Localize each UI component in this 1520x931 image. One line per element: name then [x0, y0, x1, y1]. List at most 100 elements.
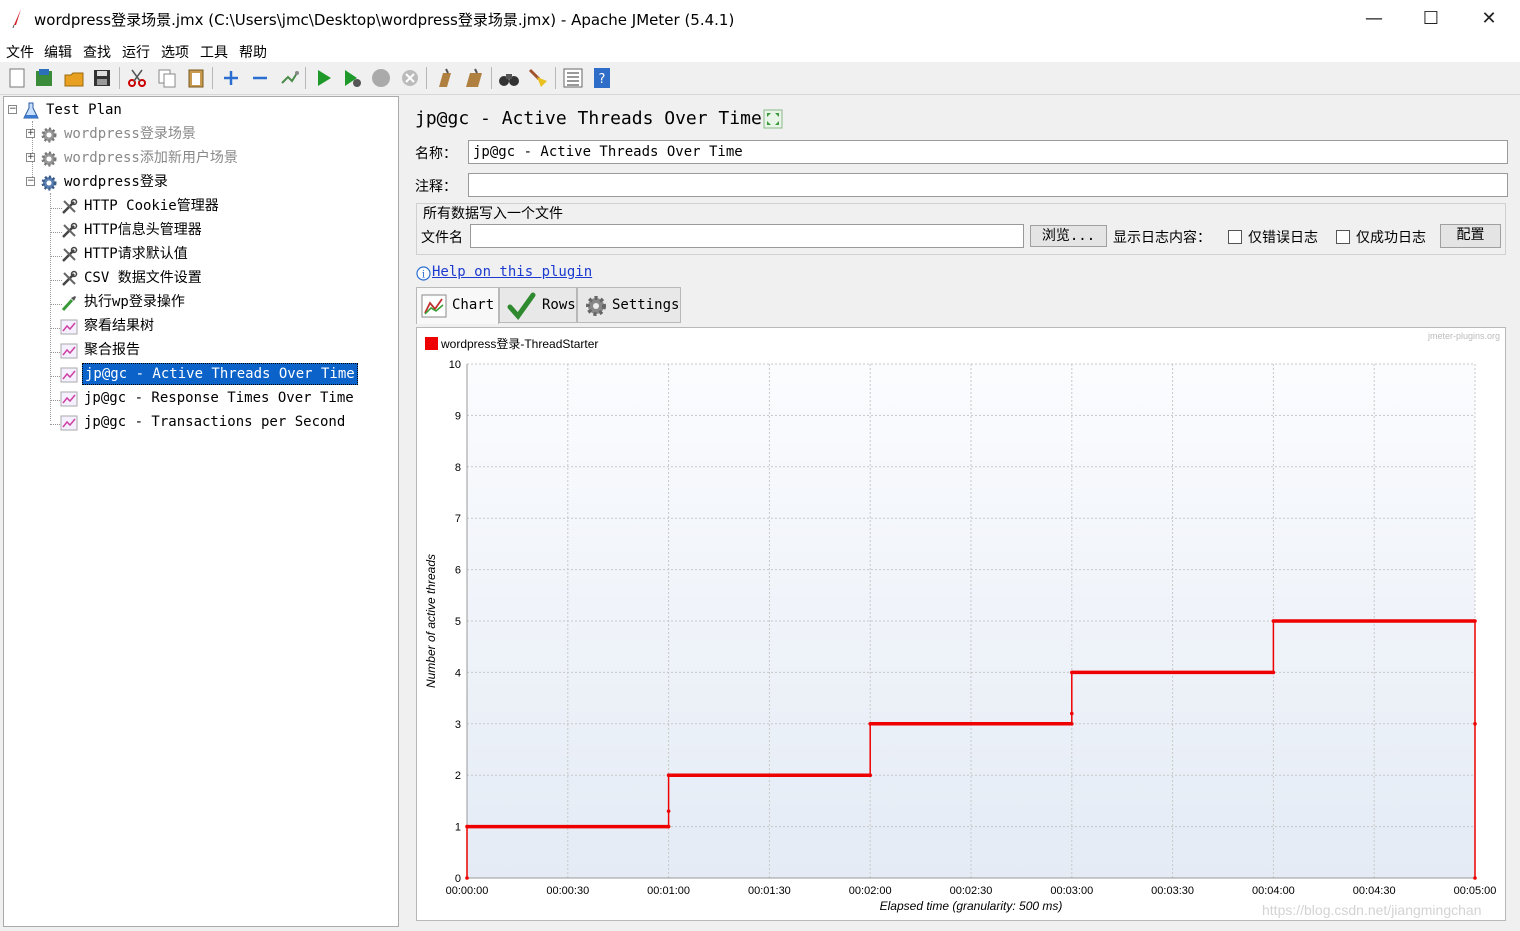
- tree-label: HTTP Cookie管理器: [84, 198, 219, 214]
- configure-button[interactable]: 配置: [1440, 224, 1501, 248]
- templates-icon[interactable]: [33, 67, 55, 89]
- open-icon[interactable]: [63, 67, 85, 89]
- wrench-icon: [62, 270, 78, 286]
- minimize-button[interactable]: —: [1345, 0, 1403, 38]
- tree-expand-group-2[interactable]: +: [26, 153, 35, 162]
- menu-options[interactable]: 选项: [161, 42, 189, 62]
- stop-icon[interactable]: [370, 67, 392, 89]
- series-point: [1070, 670, 1074, 675]
- tree-label: wordpress添加新用户场景: [64, 150, 238, 166]
- paste-icon[interactable]: [185, 67, 207, 89]
- y-tick-label: 1: [455, 822, 461, 834]
- y-tick-label: 10: [449, 359, 461, 371]
- tree-label: HTTP请求默认值: [84, 246, 188, 262]
- toggle-icon[interactable]: [278, 67, 300, 89]
- clear-icon[interactable]: [434, 67, 456, 89]
- legend-swatch: [425, 337, 438, 350]
- x-axis-label: Elapsed time (granularity: 500 ms): [880, 899, 1063, 913]
- chart-watermark: jmeter-plugins.org: [1427, 331, 1500, 341]
- graph-icon: [60, 367, 78, 383]
- errors-only-label: 仅错误日志: [1248, 230, 1318, 246]
- close-button[interactable]: ✕: [1460, 0, 1518, 38]
- clear-all-icon[interactable]: [463, 67, 485, 89]
- pipette-icon: [61, 296, 76, 312]
- listener-panel: jp@gc - Active Threads Over Time 名称： jp@…: [403, 96, 1517, 927]
- errors-only-checkbox[interactable]: [1228, 230, 1242, 244]
- x-tick-label: 00:04:30: [1353, 885, 1396, 897]
- graph-icon: [60, 415, 78, 431]
- wrench-icon: [62, 198, 78, 214]
- tab-settings-label: Settings: [612, 297, 680, 313]
- series-point: [1473, 619, 1477, 623]
- expand-all-icon[interactable]: [220, 67, 242, 89]
- tree-label: jp@gc - Active Threads Over Time: [82, 363, 358, 385]
- cut-icon[interactable]: [126, 67, 148, 89]
- menu-help[interactable]: 帮助: [239, 42, 267, 62]
- reset-search-icon[interactable]: [527, 67, 549, 89]
- checkmark-icon: [507, 292, 536, 321]
- y-tick-label: 9: [455, 410, 461, 422]
- jmeter-feather-icon: [12, 9, 21, 28]
- tree-label: wordpress登录场景: [64, 126, 196, 142]
- tree-collapse-root[interactable]: −: [8, 105, 17, 114]
- save-icon[interactable]: [91, 67, 113, 89]
- menu-search[interactable]: 查找: [83, 42, 111, 62]
- collapse-all-icon[interactable]: [249, 67, 271, 89]
- tab-chart-label: Chart: [452, 297, 495, 313]
- series-point: [1473, 876, 1477, 880]
- comment-label: 注释：: [415, 179, 457, 195]
- menu-run[interactable]: 运行: [122, 42, 150, 62]
- menu-file[interactable]: 文件: [6, 42, 34, 62]
- start-no-pauses-icon[interactable]: [341, 67, 363, 89]
- x-tick-label: 00:00:30: [546, 885, 589, 897]
- graph-icon: [60, 343, 78, 359]
- menu-edit[interactable]: 编辑: [44, 42, 72, 62]
- panel-title: jp@gc - Active Threads Over Time: [415, 108, 762, 129]
- name-input[interactable]: jp@gc - Active Threads Over Time: [468, 140, 1508, 164]
- legend-label: wordpress登录-ThreadStarter: [440, 336, 598, 351]
- flask-icon: [23, 102, 39, 119]
- success-only-checkbox[interactable]: [1336, 230, 1350, 244]
- tab-chart[interactable]: Chart: [416, 287, 499, 324]
- help-plugin-link[interactable]: Help on this plugin: [432, 264, 592, 280]
- tree-collapse-group-3[interactable]: −: [26, 177, 35, 186]
- tree-expand-group-1[interactable]: +: [26, 129, 35, 138]
- y-tick-label: 6: [455, 565, 461, 577]
- filename-input[interactable]: [470, 224, 1024, 248]
- tab-rows[interactable]: Rows: [499, 287, 577, 323]
- tree-label: 察看结果树: [84, 318, 154, 334]
- search-binoculars-icon[interactable]: [498, 67, 520, 89]
- tree-label: wordpress登录: [64, 174, 168, 190]
- maximize-button[interactable]: ☐: [1402, 0, 1460, 38]
- browse-button[interactable]: 浏览...: [1030, 225, 1107, 247]
- series-point: [666, 773, 671, 777]
- x-tick-label: 00:05:00: [1454, 885, 1497, 897]
- maximize-chart-icon[interactable]: [763, 109, 783, 129]
- info-icon: i: [416, 266, 431, 281]
- y-axis-label: Number of active threads: [424, 554, 438, 688]
- shutdown-icon[interactable]: [399, 67, 421, 89]
- series-point: [1271, 619, 1276, 623]
- series-point: [666, 809, 671, 813]
- name-label: 名称：: [415, 146, 457, 162]
- comment-input[interactable]: [468, 173, 1508, 197]
- series-point: [666, 824, 671, 829]
- series-point: [1070, 711, 1074, 716]
- start-icon[interactable]: [313, 67, 335, 89]
- wrench-icon: [62, 246, 78, 262]
- new-file-icon[interactable]: [6, 67, 28, 89]
- tab-rows-label: Rows: [542, 297, 576, 313]
- function-helper-icon[interactable]: [562, 67, 584, 89]
- menu-tools[interactable]: 工具: [200, 42, 228, 62]
- help-icon[interactable]: ?: [591, 67, 613, 89]
- y-tick-label: 4: [455, 667, 461, 679]
- tree-label: CSV 数据文件设置: [84, 270, 202, 286]
- copy-icon[interactable]: [156, 67, 178, 89]
- gear-icon: [41, 127, 57, 143]
- tab-settings[interactable]: Settings: [577, 287, 681, 323]
- series-point: [1271, 670, 1276, 675]
- x-tick-label: 00:01:30: [748, 885, 791, 897]
- y-tick-label: 0: [455, 873, 461, 885]
- x-tick-label: 00:02:00: [849, 885, 892, 897]
- tree-label: 执行wp登录操作: [84, 294, 185, 310]
